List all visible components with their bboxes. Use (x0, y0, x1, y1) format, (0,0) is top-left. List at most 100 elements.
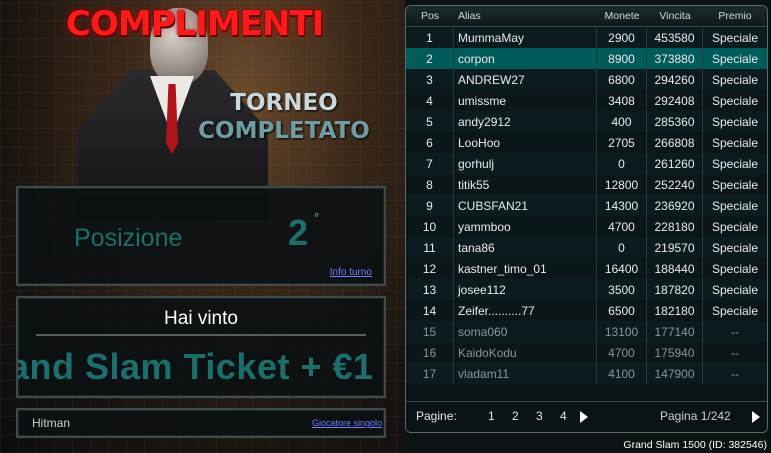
pages-label: Pagine: (416, 409, 457, 423)
table-row[interactable]: 3 ANDREW27 6800 294260 Speciale (406, 69, 767, 90)
cell-winnings: 292408 (647, 90, 703, 111)
cell-pos: 9 (406, 195, 454, 216)
cell-alias: LooHoo (454, 132, 597, 153)
tournament-status: Grand Slam 1500 (ID: 382546) (623, 439, 767, 451)
cell-winnings: 147900 (647, 363, 703, 384)
table-row[interactable]: 6 LooHoo 2705 266808 Speciale (406, 132, 767, 153)
table-row[interactable]: 16 KaidoKodu 4700 175940 -- (406, 342, 767, 363)
page-link-2[interactable]: 2 (512, 409, 519, 423)
game-panel: Hitman Giocatore singolo (16, 408, 386, 438)
table-row[interactable]: 7 gorhulj 0 261260 Speciale (406, 153, 767, 174)
table-row[interactable]: 14 Zeifer..........77 6500 182180 Speciale (406, 300, 767, 321)
pagination-bar: Pagine: 1 2 3 4 Pagina 1/242 (406, 401, 767, 432)
column-header-prize[interactable]: Premio (703, 6, 767, 26)
cell-prize: Speciale (711, 156, 759, 171)
table-row[interactable]: 8 titik55 12800 252240 Speciale (406, 174, 767, 195)
page-link-3[interactable]: 3 (536, 409, 543, 423)
cell-alias: tana86 (454, 237, 597, 258)
standings-header: Pos Alias Monete Vincita Premio (406, 6, 767, 27)
table-row[interactable]: 12 kastner_timo_01 16400 188440 Speciale (406, 258, 767, 279)
cell-prize: -- (731, 366, 739, 381)
cell-winnings: 252240 (647, 174, 703, 195)
cell-coins: 13100 (597, 321, 647, 342)
cell-prize: Speciale (711, 261, 759, 276)
cell-coins: 0 (597, 237, 647, 258)
position-value: 2 (288, 212, 309, 253)
cell-coins: 12800 (597, 174, 647, 195)
cell-winnings: 294260 (647, 69, 703, 90)
cell-coins: 4100 (597, 363, 647, 384)
cell-winnings: 188440 (647, 258, 703, 279)
cell-pos: 16 (406, 342, 454, 363)
game-name: Hitman (32, 416, 71, 430)
cell-pos: 15 (406, 321, 454, 342)
table-row[interactable]: 9 CUBSFAN21 14300 236920 Speciale (406, 195, 767, 216)
table-row[interactable]: 13 josee112 3500 187820 Speciale (406, 279, 767, 300)
cell-pos: 11 (406, 237, 454, 258)
arrow-right-icon[interactable] (752, 411, 760, 423)
cell-prize: Speciale (711, 93, 759, 108)
table-row[interactable]: 11 tana86 0 219570 Speciale (406, 237, 767, 258)
cell-prize: Speciale (711, 198, 759, 213)
cell-pos: 12 (406, 258, 454, 279)
cell-prize: Speciale (711, 114, 759, 129)
column-header-pos[interactable]: Pos (406, 6, 454, 26)
cell-coins: 16400 (597, 258, 647, 279)
column-header-winnings[interactable]: Vincita (647, 6, 703, 26)
cell-alias: KaidoKodu (454, 342, 597, 363)
cell-alias: corpon (454, 48, 597, 69)
position-ordinal: ° (314, 210, 320, 225)
cell-alias: MummaMay (454, 27, 597, 48)
cell-pos: 3 (406, 69, 454, 90)
table-row[interactable]: 15 soma060 13100 177140 -- (406, 321, 767, 342)
cell-alias: soma060 (454, 321, 597, 342)
cell-winnings: 182180 (647, 300, 703, 321)
cell-winnings: 177140 (647, 321, 703, 342)
page-link-4[interactable]: 4 (560, 409, 567, 423)
table-row[interactable]: 5 andy2912 400 285360 Speciale (406, 111, 767, 132)
prize-divider (36, 334, 366, 336)
position-panel: Posizione 2 ° Info turno (16, 186, 386, 286)
tournament-label: TORNEO (230, 90, 338, 116)
cell-pos: 10 (406, 216, 454, 237)
cell-coins: 2900 (597, 27, 647, 48)
column-header-coins[interactable]: Monete (597, 6, 647, 26)
table-row[interactable]: 1 MummaMay 2900 453580 Speciale (406, 27, 767, 48)
cell-alias: josee112 (454, 279, 597, 300)
cell-alias: gorhulj (454, 153, 597, 174)
cell-coins: 6800 (597, 69, 647, 90)
cell-alias: Zeifer..........77 (454, 300, 597, 321)
cell-pos: 13 (406, 279, 454, 300)
cell-pos: 8 (406, 174, 454, 195)
cell-prize: Speciale (711, 282, 759, 297)
cell-prize: Speciale (711, 303, 759, 318)
cell-pos: 5 (406, 111, 454, 132)
cell-winnings: 453580 (647, 27, 703, 48)
table-row[interactable]: 4 umissme 3408 292408 Speciale (406, 90, 767, 111)
cell-prize: -- (731, 345, 739, 360)
column-header-alias[interactable]: Alias (454, 6, 597, 26)
cell-winnings: 285360 (647, 111, 703, 132)
cell-alias: vladam11 (454, 363, 597, 384)
cell-prize: Speciale (711, 51, 759, 66)
page-link-1[interactable]: 1 (488, 409, 495, 423)
single-player-link[interactable]: Giocatore singolo (312, 418, 382, 428)
round-info-link[interactable]: Info turno (330, 267, 372, 278)
position-label: Posizione (74, 224, 183, 252)
cell-winnings: 187820 (647, 279, 703, 300)
cell-alias: andy2912 (454, 111, 597, 132)
table-row[interactable]: 2 corpon 8900 373880 Speciale (406, 48, 767, 69)
cell-coins: 3500 (597, 279, 647, 300)
arrow-right-icon[interactable] (580, 411, 588, 423)
cell-coins: 6500 (597, 300, 647, 321)
table-row[interactable]: 10 yammboo 4700 228180 Speciale (406, 216, 767, 237)
table-row[interactable]: 17 vladam11 4100 147900 -- (406, 363, 767, 384)
cell-coins: 3408 (597, 90, 647, 111)
cell-pos: 7 (406, 153, 454, 174)
cell-alias: titik55 (454, 174, 597, 195)
completed-label: COMPLETATO (198, 118, 370, 144)
cell-prize: Speciale (711, 219, 759, 234)
cell-prize: Speciale (711, 135, 759, 150)
cell-coins: 400 (597, 111, 647, 132)
cell-alias: yammboo (454, 216, 597, 237)
